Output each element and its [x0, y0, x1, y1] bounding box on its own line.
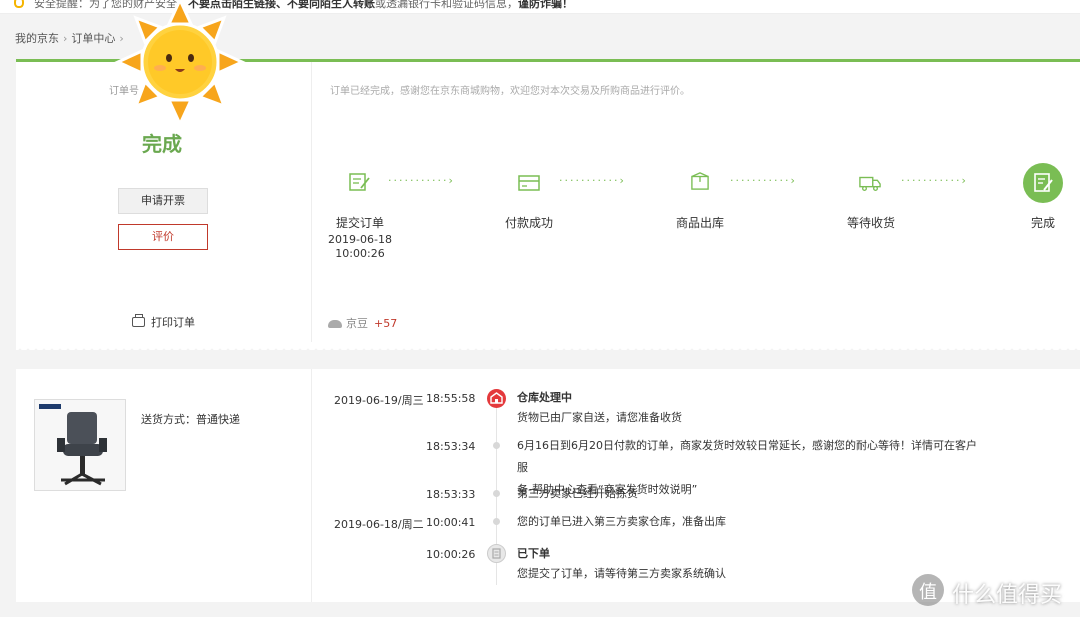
progress-connector: ···········› [730, 174, 797, 187]
shipping-method: 送货方式：普通快递 [141, 413, 240, 426]
progress-connector: ···········› [388, 174, 455, 187]
beans-label: 京豆 [346, 317, 368, 330]
beans-value: +57 [374, 317, 398, 330]
panel-divider [311, 62, 312, 348]
timeline-text: 您的订单已进入第三方卖家仓库，准备出库 [517, 515, 726, 528]
completed-check-icon [1023, 163, 1063, 203]
timeline-dot [493, 518, 500, 525]
step-submit-datetime: 2019-06-18 10:00:26 [328, 233, 392, 260]
panel-zigzag-edge [16, 342, 1080, 350]
timeline-time: 18:53:34 [426, 440, 476, 453]
timeline-dot [493, 490, 500, 497]
warehouse-icon [487, 389, 506, 408]
printer-icon [132, 314, 145, 327]
lightbulb-icon [14, 0, 24, 8]
progress-connector: ···········› [901, 174, 968, 187]
payment-card-icon [518, 175, 540, 191]
breadcrumb-orders-link[interactable]: 订单中心 [71, 32, 115, 45]
timeline-time: 10:00:41 [426, 516, 476, 529]
logistics-panel: 送货方式：普通快递 2019-06-19/周三 18:55:58 仓库处理中 货… [16, 369, 1080, 602]
panel-divider [311, 369, 312, 602]
print-order-label: 打印订单 [151, 316, 195, 329]
chevron-right-icon: › [63, 32, 68, 45]
timeline-dot [493, 442, 500, 449]
watermark-text: 什么值得买 [952, 583, 1063, 608]
timeline-date: 2019-06-19/周三 [334, 394, 424, 407]
breadcrumb-home-link[interactable]: 我的京东 [15, 32, 59, 45]
sun-emoji-sticker [114, 0, 246, 128]
submit-order-icon [349, 173, 370, 191]
step-label-submit: 提交订单 [335, 216, 384, 230]
timeline-time: 18:53:33 [426, 488, 476, 501]
timeline-text: 第三方卖家已经开始拣货 [517, 487, 638, 500]
step-label-complete: 完成 [1030, 216, 1055, 230]
timeline-title: 仓库处理中 [517, 391, 572, 404]
request-invoice-button[interactable]: 申请开票 [118, 188, 208, 214]
timeline-text: 货物已由厂家自送，请您准备收货 [517, 411, 682, 424]
review-button[interactable]: 评价 [118, 224, 208, 250]
step-label-outbound: 商品出库 [675, 216, 724, 230]
timeline-title: 已下单 [517, 547, 550, 560]
jd-beans-reward: 京豆 +57 [328, 315, 397, 331]
print-order-link[interactable]: 打印订单 [132, 314, 195, 330]
step-label-awaiting: 等待收货 [846, 216, 895, 230]
timeline-date: 2019-06-18/周二 [334, 518, 424, 531]
product-thumbnail[interactable] [34, 399, 126, 491]
beans-icon [328, 320, 342, 328]
smzdm-watermark: 值 什么值得买 [912, 574, 1080, 608]
progress-connector: ···········› [559, 174, 626, 187]
order-placed-icon [487, 544, 506, 563]
package-box-icon [691, 172, 709, 190]
timeline-time: 10:00:26 [426, 548, 476, 561]
order-complete-message: 订单已经完成，感谢您在京东商城购物，欢迎您对本次交易及所购商品进行评价。 [330, 86, 690, 97]
watermark-logo-icon: 值 [912, 574, 944, 606]
delivery-truck-icon [859, 176, 881, 191]
timeline-time: 18:55:58 [426, 392, 476, 405]
step-label-payment: 付款成功 [504, 216, 553, 230]
